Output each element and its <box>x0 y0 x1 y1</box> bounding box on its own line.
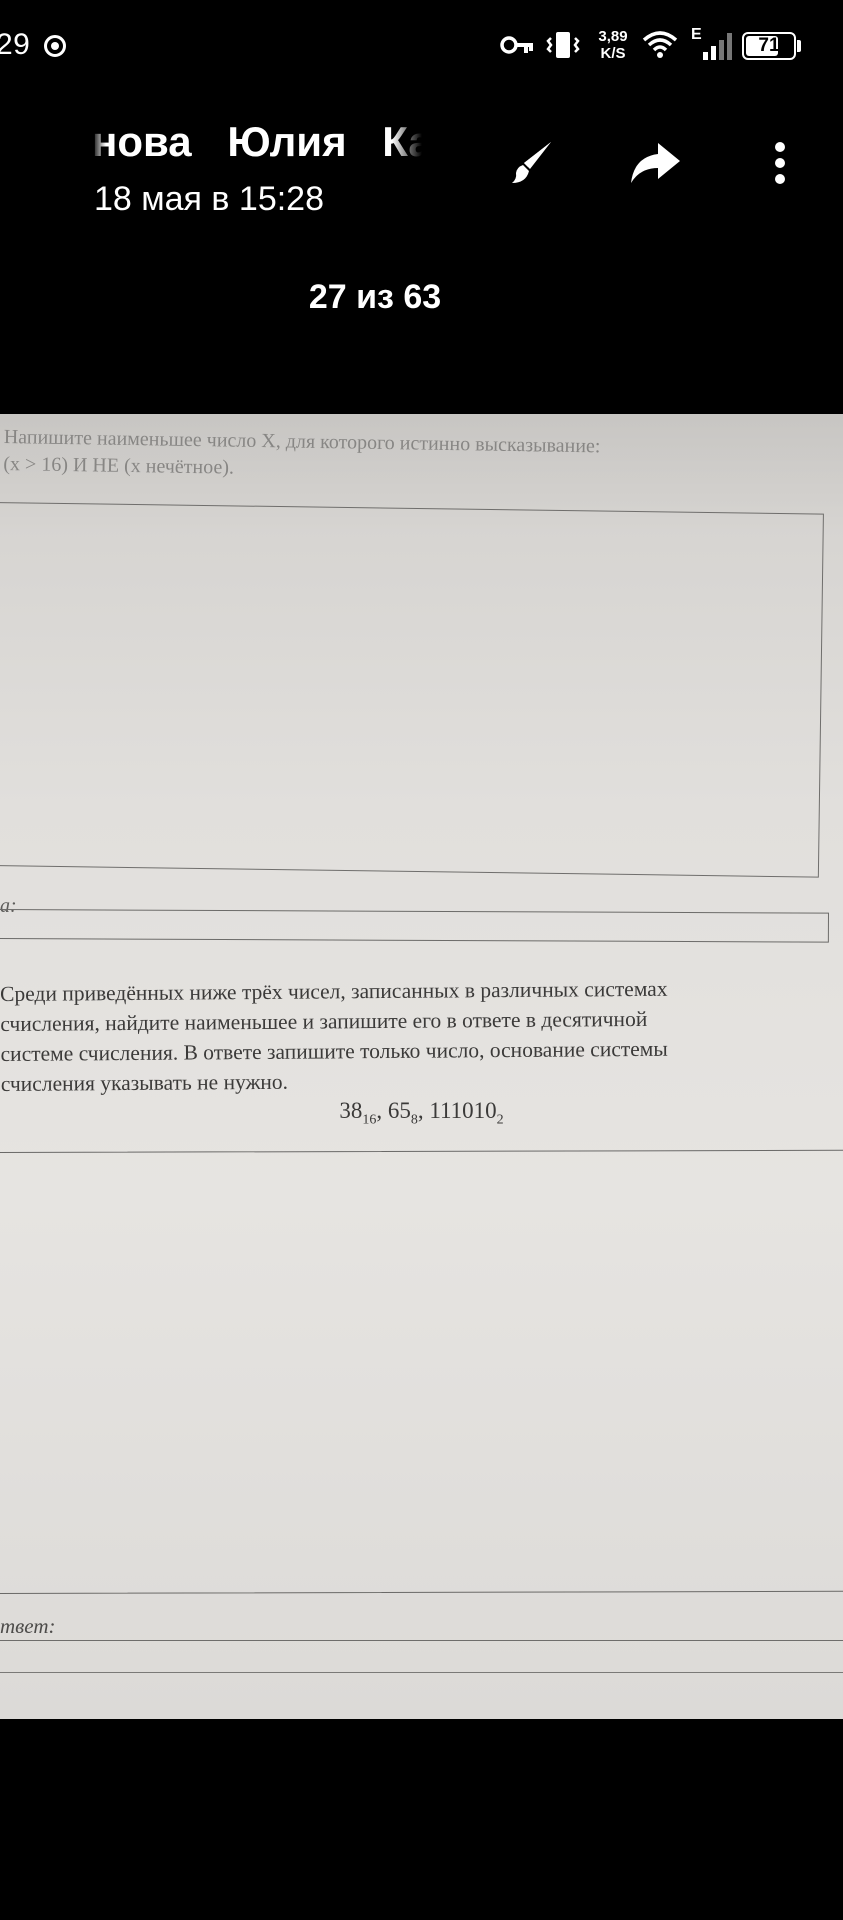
battery-icon: 71 <box>742 32 796 60</box>
vibrate-icon <box>545 30 581 65</box>
message-date: 18 мая в 15:28 <box>94 180 324 218</box>
task2-text: Среди приведённых ниже трёх чисел, запис… <box>0 972 836 1099</box>
number-separator: , <box>376 1098 388 1123</box>
sender-name[interactable]: нова Юлия Ка <box>92 118 422 166</box>
answer1-box <box>0 909 829 943</box>
key-icon <box>500 34 534 61</box>
answer2-line <box>0 1640 843 1641</box>
battery-cap <box>797 40 801 52</box>
number-value: 38 <box>339 1098 363 1123</box>
number-base: 16 <box>362 1112 377 1128</box>
task1-work-box <box>0 502 824 878</box>
number-separator: , <box>417 1098 430 1123</box>
task2-work-box <box>0 1149 843 1594</box>
network-speed-value: 3,89 <box>598 28 628 45</box>
answer2-line <box>0 1672 843 1673</box>
wifi-icon <box>642 30 678 65</box>
answer2-label: твет: <box>0 1614 56 1638</box>
brush-icon <box>512 142 551 183</box>
number-base: 2 <box>496 1112 504 1128</box>
task2-line: счисления указывать не нужно. <box>0 1069 289 1096</box>
share-arrow-icon <box>631 143 680 183</box>
record-icon <box>44 35 66 57</box>
share-button[interactable] <box>627 135 683 191</box>
status-time: 29 <box>0 28 31 61</box>
edit-button[interactable] <box>502 135 558 191</box>
status-bar: 29 3,89 K/S E 71 <box>0 0 843 96</box>
photo[interactable]: Напишите наименьшее число X, для которог… <box>0 414 843 1719</box>
battery-level: 71 <box>758 35 780 56</box>
more-vertical-icon <box>775 142 785 184</box>
photo-counter: 27 из 63 <box>308 278 442 316</box>
network-type: E <box>691 26 702 43</box>
number-value: 111010 <box>429 1098 497 1123</box>
signal-icon <box>703 32 737 65</box>
more-button[interactable] <box>752 135 808 191</box>
task2-numbers: 3816, 658, 1110102 <box>0 1098 843 1129</box>
number-base: 8 <box>410 1112 418 1128</box>
number-value: 65 <box>387 1098 411 1123</box>
network-speed-unit: K/S <box>600 45 626 62</box>
network-speed: 3,89 K/S <box>593 28 633 62</box>
